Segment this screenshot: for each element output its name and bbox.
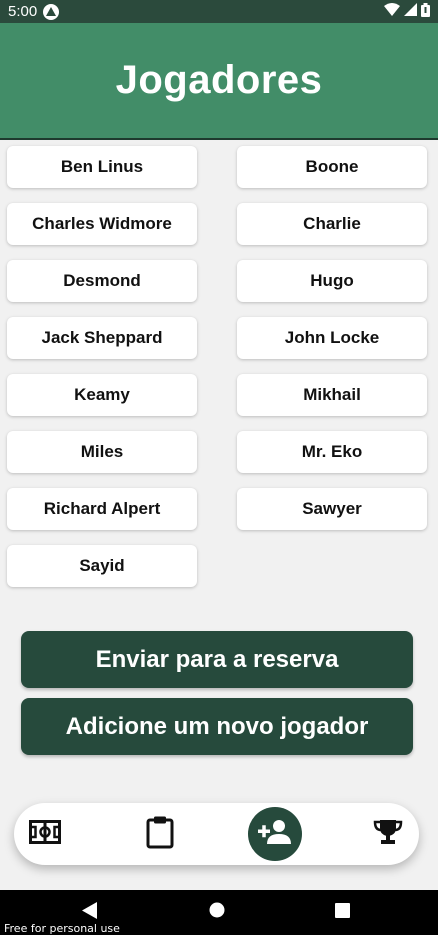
- system-home-button[interactable]: [197, 890, 237, 935]
- status-bar: 5:00: [0, 0, 438, 23]
- send-to-reserve-button[interactable]: Enviar para a reserva: [21, 631, 413, 688]
- status-left: 5:00: [8, 3, 60, 20]
- trophy-icon: [373, 818, 403, 851]
- system-nav-bar: Free for personal use: [0, 890, 438, 935]
- nav-trophy-tab[interactable]: [370, 803, 406, 865]
- app-badge-icon: [43, 3, 60, 20]
- player-card[interactable]: Sawyer: [237, 488, 427, 530]
- player-card[interactable]: Charles Widmore: [7, 203, 197, 245]
- player-card[interactable]: Desmond: [7, 260, 197, 302]
- player-card[interactable]: Mikhail: [237, 374, 427, 416]
- wifi-icon: [384, 3, 400, 20]
- signal-icon: [404, 3, 417, 20]
- nav-clipboard-tab[interactable]: [140, 803, 180, 865]
- status-time: 5:00: [8, 3, 38, 20]
- clipboard-icon: [146, 815, 174, 854]
- bottom-nav: [14, 803, 419, 865]
- player-card[interactable]: Charlie: [237, 203, 427, 245]
- page-title: Jogadores: [115, 58, 323, 102]
- soccer-field-icon: [29, 819, 61, 849]
- player-card[interactable]: Miles: [7, 431, 197, 473]
- app-header: Jogadores: [0, 23, 438, 140]
- player-card[interactable]: Richard Alpert: [7, 488, 197, 530]
- player-card[interactable]: John Locke: [237, 317, 427, 359]
- recents-square-icon: [334, 902, 350, 923]
- back-triangle-icon: [82, 901, 98, 924]
- player-card[interactable]: Hugo: [237, 260, 427, 302]
- player-card[interactable]: Ben Linus: [7, 146, 197, 188]
- player-list: Ben Linus Boone Charles Widmore Charlie …: [7, 146, 428, 587]
- player-card[interactable]: Sayid: [7, 545, 197, 587]
- nav-field-tab[interactable]: [26, 803, 64, 865]
- status-indicators: [384, 2, 430, 21]
- player-card[interactable]: Keamy: [7, 374, 197, 416]
- add-new-player-button[interactable]: Adicione um novo jogador: [21, 698, 413, 755]
- watermark-text: Free for personal use: [4, 922, 120, 935]
- system-recents-button[interactable]: [322, 890, 362, 935]
- nav-add-player-tab[interactable]: [248, 803, 302, 865]
- home-circle-icon: [209, 902, 225, 923]
- app-screen: 5:00 Jogadores Ben Linus Boone Charles W…: [0, 0, 438, 935]
- battery-icon: [421, 2, 430, 21]
- add-person-icon: [257, 819, 293, 850]
- player-card[interactable]: Boone: [237, 146, 427, 188]
- player-card[interactable]: Mr. Eko: [237, 431, 427, 473]
- player-card[interactable]: Jack Sheppard: [7, 317, 197, 359]
- nav-add-player-active: [248, 807, 302, 861]
